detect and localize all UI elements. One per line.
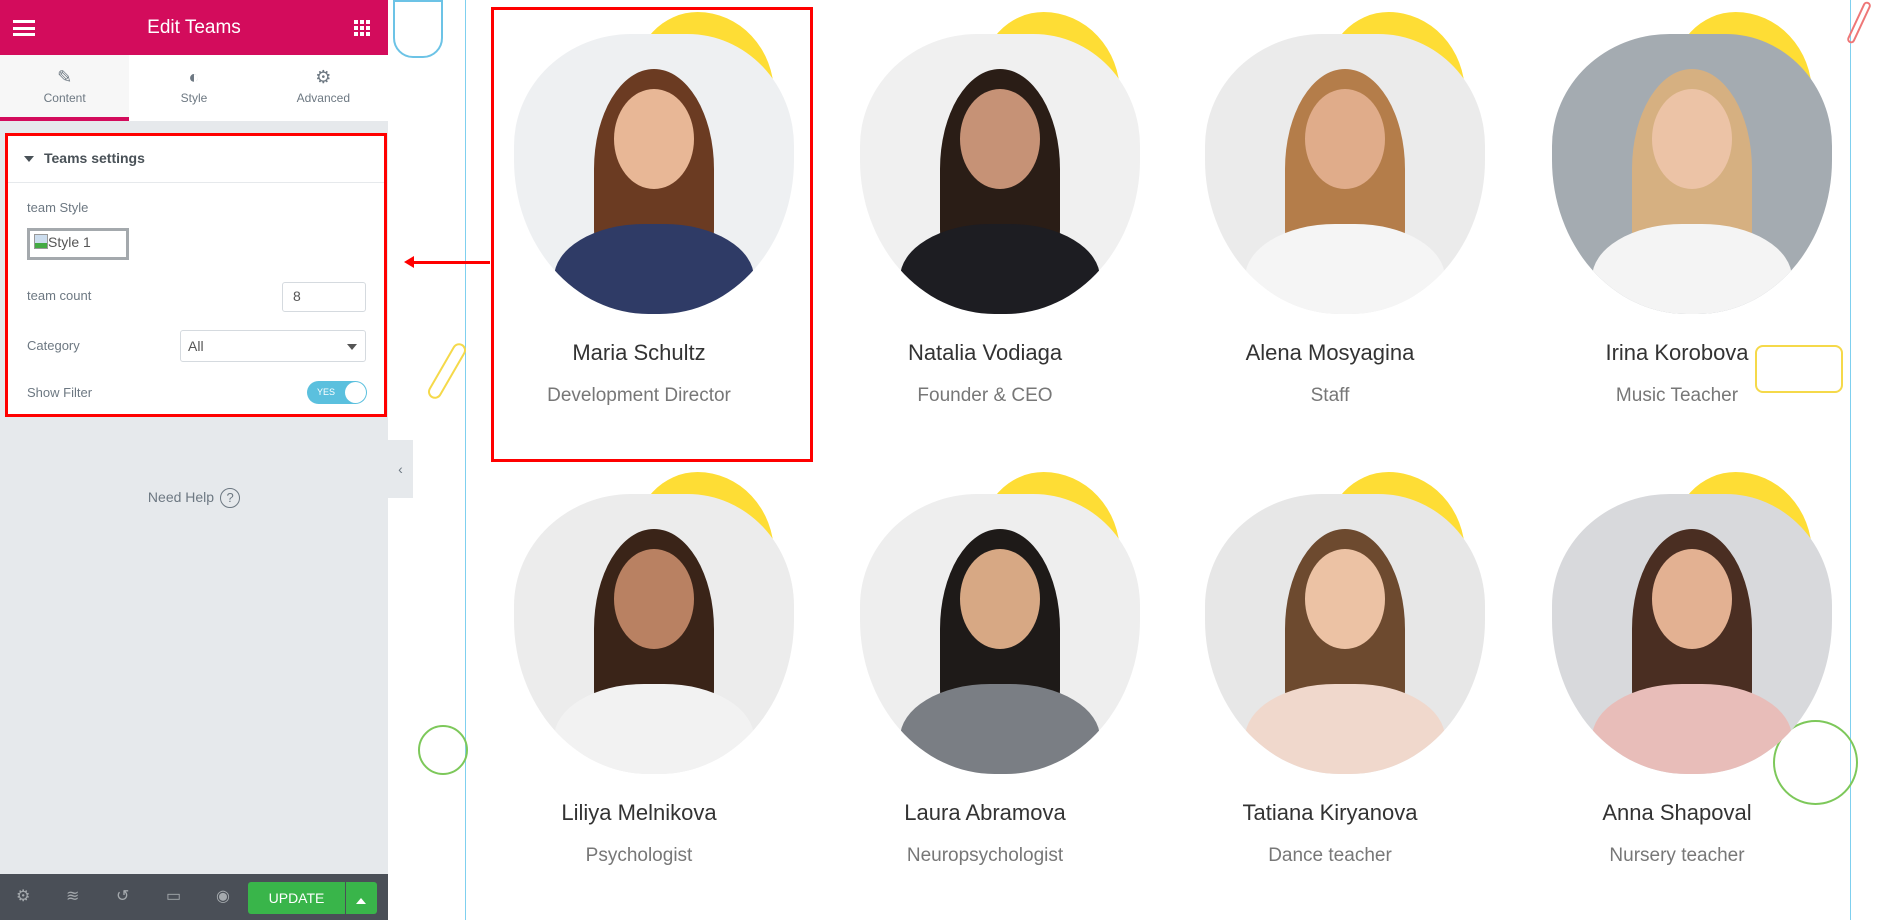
chevron-down-icon bbox=[347, 344, 357, 355]
photo-body bbox=[1592, 224, 1792, 314]
tab-style[interactable]: ◐ Style bbox=[129, 55, 258, 121]
panel-tabs: ✎ Content ◐ Style ⚙ Advanced bbox=[0, 55, 388, 121]
member-name: Natalia Vodiaga bbox=[907, 340, 1063, 365]
photo-body bbox=[554, 684, 754, 774]
member-name: Tatiana Kiryanova bbox=[1242, 800, 1418, 825]
member-photo bbox=[1552, 494, 1832, 774]
teams-settings-section: Teams settings team Style Style 1 team c… bbox=[5, 133, 387, 417]
member-name: Liliya Melnikova bbox=[561, 800, 717, 825]
selected-widget-outline bbox=[491, 7, 813, 462]
member-name: Laura Abramova bbox=[904, 800, 1066, 825]
category-select[interactable]: All bbox=[180, 330, 366, 362]
member-name: Alena Mosyagina bbox=[1245, 340, 1415, 365]
toggle-knob bbox=[345, 382, 366, 403]
member-role: Nursery teacher bbox=[1609, 845, 1745, 866]
category-label: Category bbox=[27, 338, 80, 353]
panel-header: Edit Teams bbox=[0, 0, 388, 55]
preview-eye-icon[interactable]: ◉ bbox=[216, 886, 230, 906]
alarm-clock-doodle-icon bbox=[418, 725, 468, 775]
team-style-label: team Style bbox=[27, 200, 89, 215]
backpack-doodle-icon bbox=[393, 0, 443, 58]
member-photo bbox=[514, 494, 794, 774]
photo-body bbox=[1245, 684, 1445, 774]
show-filter-label: Show Filter bbox=[27, 385, 93, 400]
member-role: Staff bbox=[1310, 385, 1350, 406]
photo-body bbox=[900, 684, 1100, 774]
member-role: Neuropsychologist bbox=[906, 845, 1064, 866]
photo-face bbox=[1305, 549, 1385, 649]
photo-face bbox=[1652, 89, 1732, 189]
team-member-card[interactable]: Anna Shapoval Nursery teacher bbox=[1512, 460, 1842, 900]
photo-body bbox=[900, 224, 1100, 314]
member-role: Music Teacher bbox=[1615, 385, 1739, 406]
team-count-input[interactable]: 8 bbox=[282, 282, 366, 312]
broken-image-icon bbox=[34, 234, 48, 249]
photo-face bbox=[1652, 549, 1732, 649]
team-member-card[interactable]: Liliya Melnikova Psychologist bbox=[474, 460, 804, 900]
show-filter-toggle[interactable]: YES bbox=[307, 381, 367, 404]
pencil-doodle-icon bbox=[425, 340, 469, 402]
member-name: Irina Korobova bbox=[1605, 340, 1749, 365]
member-role: Founder & CEO bbox=[917, 385, 1053, 406]
toggle-label: YES bbox=[317, 387, 336, 397]
section-toggle[interactable]: Teams settings bbox=[8, 136, 384, 183]
annotation-arrow bbox=[404, 256, 490, 268]
gear-icon: ⚙ bbox=[315, 67, 332, 87]
panel-footer: ⚙ ≋ ↺ ▭ ◉ UPDATE bbox=[0, 874, 388, 920]
tab-advanced[interactable]: ⚙ Advanced bbox=[259, 55, 388, 121]
need-help-link[interactable]: Need Help? bbox=[0, 488, 388, 508]
section-guide-line bbox=[465, 0, 466, 920]
photo-body bbox=[1245, 224, 1445, 314]
section-title: Teams settings bbox=[44, 150, 145, 166]
team-member-card[interactable]: Alena Mosyagina Staff bbox=[1165, 0, 1495, 440]
member-photo bbox=[860, 494, 1140, 774]
pencil-icon: ✎ bbox=[57, 67, 73, 87]
photo-body bbox=[1592, 684, 1792, 774]
member-photo bbox=[1205, 494, 1485, 774]
team-member-card[interactable]: Natalia Vodiaga Founder & CEO bbox=[820, 0, 1150, 440]
update-button[interactable]: UPDATE bbox=[248, 882, 345, 914]
editor-panel: Edit Teams ✎ Content ◐ Style ⚙ Advanced Tea… bbox=[0, 0, 388, 920]
member-role: Psychologist bbox=[585, 845, 693, 866]
history-icon[interactable]: ↺ bbox=[116, 886, 129, 906]
update-options-button[interactable] bbox=[346, 882, 377, 914]
layers-icon[interactable]: ≋ bbox=[66, 886, 79, 906]
help-icon: ? bbox=[220, 488, 241, 508]
tab-content[interactable]: ✎ Content bbox=[0, 55, 130, 121]
photo-face bbox=[614, 549, 694, 649]
panel-title: Edit Teams bbox=[147, 17, 241, 38]
photo-face bbox=[1305, 89, 1385, 189]
need-help-text: Need Help bbox=[147, 489, 215, 505]
tab-label: Style bbox=[180, 91, 208, 105]
team-count-label: team count bbox=[27, 288, 92, 303]
member-photo bbox=[1552, 34, 1832, 314]
team-style-selector[interactable]: Style 1 bbox=[27, 228, 129, 260]
member-photo bbox=[860, 34, 1140, 314]
member-photo bbox=[1205, 34, 1485, 314]
tab-label: Content bbox=[43, 91, 86, 105]
widgets-grid-icon[interactable] bbox=[354, 20, 370, 36]
settings-icon[interactable]: ⚙ bbox=[16, 886, 30, 906]
category-value: All bbox=[188, 338, 204, 354]
caret-down-icon bbox=[24, 156, 34, 167]
photo-face bbox=[960, 549, 1040, 649]
team-member-card[interactable]: Tatiana Kiryanova Dance teacher bbox=[1165, 460, 1495, 900]
collapse-panel-button[interactable]: ‹ bbox=[388, 440, 413, 498]
member-role: Dance teacher bbox=[1268, 845, 1392, 866]
photo-face bbox=[960, 89, 1040, 189]
tab-label: Advanced bbox=[296, 91, 350, 105]
member-name: Anna Shapoval bbox=[1602, 800, 1752, 825]
team-style-value: Style 1 bbox=[48, 234, 91, 250]
responsive-desktop-icon[interactable]: ▭ bbox=[166, 886, 181, 906]
team-member-card[interactable]: Irina Korobova Music Teacher bbox=[1512, 0, 1842, 440]
half-circle-icon: ◐ bbox=[188, 67, 200, 87]
team-member-card[interactable]: Laura Abramova Neuropsychologist bbox=[820, 460, 1150, 900]
